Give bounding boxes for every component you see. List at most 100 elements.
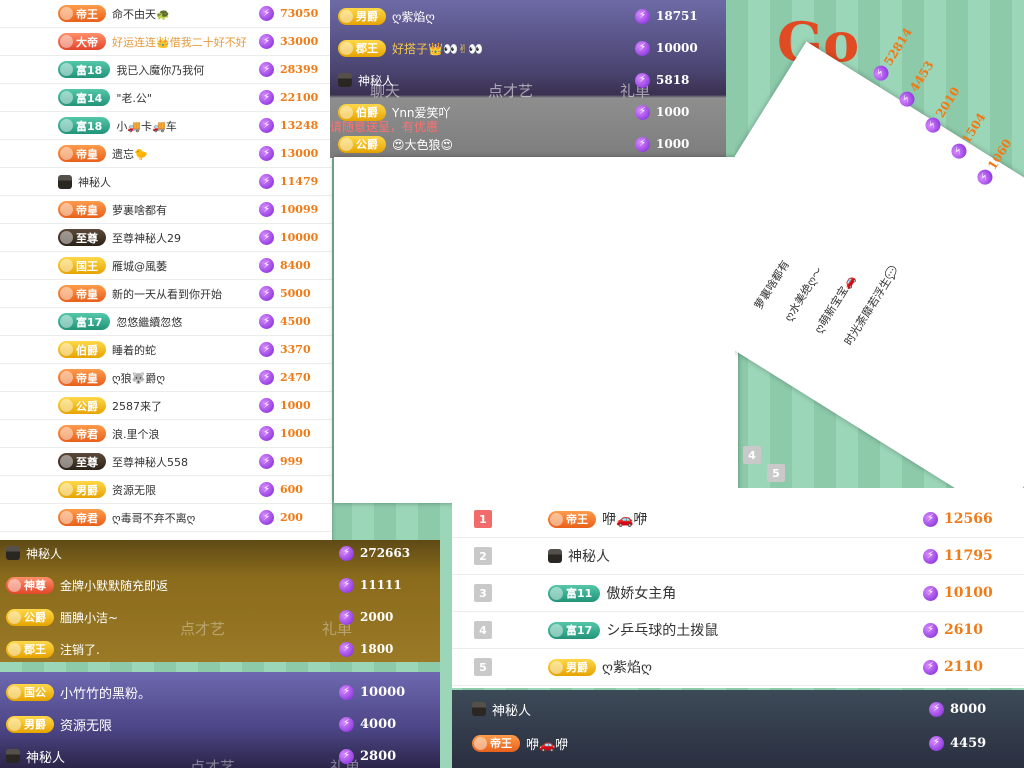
rank-number: 5 xyxy=(767,464,785,482)
rank-badge: 大帝 xyxy=(58,33,106,50)
rank-badge: 郡王 xyxy=(6,640,54,658)
list-item[interactable]: 郡王 注销了. ⚡ 1800 xyxy=(0,633,440,662)
list-item[interactable]: 至尊 至尊神秘人29 ⚡ 10000 xyxy=(0,224,332,252)
rank-badge: 帝皇 xyxy=(58,145,106,162)
user-name: 神秘人 xyxy=(568,549,610,565)
user-name: 浪.里个浪 xyxy=(112,427,160,441)
user-name: "老.公" xyxy=(116,91,152,105)
rank-badge: 至尊 xyxy=(58,229,106,246)
rank-badge: 公爵 xyxy=(6,608,54,626)
rank-badge: 帝君 xyxy=(58,425,106,442)
score-value: 10000 xyxy=(656,41,698,55)
list-item[interactable]: 帝君 ღ毒哥不弃不离ღ ⚡ 200 xyxy=(0,504,332,532)
score-value: 1060 xyxy=(984,136,1015,172)
list-item[interactable]: 富17 忽悠繼續忽悠 ⚡ 4500 xyxy=(0,308,332,336)
list-item[interactable]: 公爵 😍大色狼😍 ⚡ 1000 xyxy=(330,128,726,158)
rank-badge: 国公 xyxy=(6,683,54,701)
user-name: ღ毒哥不弃不离ღ xyxy=(112,511,196,525)
list-item[interactable]: 伯爵 Ynn爱笑吖 ⚡ 1000 xyxy=(330,96,726,128)
list-item[interactable]: 4 富17 シ乒乓球的土拨鼠 ⚡ 2610 xyxy=(452,612,1024,649)
list-item[interactable]: 至尊 至尊神秘人558 ⚡ 999 xyxy=(0,448,332,476)
score-value: 73050 xyxy=(280,7,319,20)
user-name: 神秘人 xyxy=(492,703,532,719)
score-value: 12566 xyxy=(944,511,993,527)
user-name: 2587来了 xyxy=(112,399,162,413)
list-item[interactable]: 大帝 好运连连👑借我二十好不好 ⚡ 33000 xyxy=(0,28,332,56)
user-name: 命不由天🐢 xyxy=(112,7,170,21)
score-value: 11479 xyxy=(280,175,319,188)
user-name: 小🚚卡🚚车 xyxy=(116,119,177,133)
list-item[interactable]: 5 男爵 ღ紫焰ღ ⚡ 2110 xyxy=(452,649,1024,686)
list-item[interactable]: 帝王 咿🚗咿 ⚡ 4459 xyxy=(452,726,1024,760)
list-item[interactable]: 公爵 腼腆小洁~ ⚡ 2000 xyxy=(0,601,440,633)
lightning-coin-icon: ⚡ xyxy=(929,735,944,751)
rank-number: 1 xyxy=(474,510,492,528)
user-name: 神秘人 xyxy=(358,73,395,88)
list-item[interactable]: 国公 小竹竹的黑粉。 ⚡ 10000 xyxy=(0,676,440,708)
list-item[interactable]: 帝皇 萝裏啥都有 ⚡ 10099 xyxy=(0,196,332,224)
score-value: 3370 xyxy=(280,343,311,356)
list-item[interactable]: 神秘人 ⚡ 11479 xyxy=(0,168,332,196)
lightning-coin-icon: ⚡ xyxy=(923,511,938,527)
list-item[interactable]: 伯爵 睡着的蛇 ⚡ 3370 xyxy=(0,336,332,364)
user-name: 腼腆小洁~ xyxy=(60,610,119,625)
list-item[interactable]: 富18 小🚚卡🚚车 ⚡ 13248 xyxy=(0,112,332,140)
list-item[interactable]: 神秘人 ⚡ 5818 xyxy=(330,64,726,96)
list-item[interactable]: 1 帝王 咿🚗咿 ⚡ 12566 xyxy=(452,501,1024,538)
score-value: 4000 xyxy=(360,716,397,732)
list-item[interactable]: 男爵 资源无限 ⚡ 600 xyxy=(0,476,332,504)
list-item[interactable]: 男爵 ღ紫焰ღ ⚡ 18751 xyxy=(330,0,726,32)
list-item[interactable]: 2 神秘人 ⚡ 11795 xyxy=(452,538,1024,575)
score-value: 4500 xyxy=(280,315,311,328)
list-item[interactable]: 男爵 资源无限 ⚡ 4000 xyxy=(0,708,440,740)
score-value: 11795 xyxy=(944,548,993,564)
lightning-coin-icon: ⚡ xyxy=(635,136,650,152)
mystery-hat-icon xyxy=(6,546,20,560)
list-item[interactable]: 国王 雁城@風萎 ⚡ 8400 xyxy=(0,252,332,280)
score-value: 1000 xyxy=(280,399,311,412)
list-item[interactable]: 神尊 金牌小默默随充即返 ⚡ 11111 xyxy=(0,569,440,601)
list-item[interactable]: 3 富11 傲娇女主角 ⚡ 10100 xyxy=(452,575,1024,612)
list-item[interactable]: 帝君 浪.里个浪 ⚡ 1000 xyxy=(0,420,332,448)
score-value: 10099 xyxy=(280,203,319,216)
score-value: 13000 xyxy=(280,147,319,160)
list-item[interactable]: 帝王 命不由天🐢 ⚡ 73050 xyxy=(0,0,332,28)
lightning-coin-icon: ⚡ xyxy=(259,146,274,161)
score-value: 33000 xyxy=(280,35,319,48)
rank-badge: 公爵 xyxy=(338,135,386,153)
rank-badge: 帝君 xyxy=(58,509,106,526)
lightning-coin-icon: ⚡ xyxy=(259,202,274,217)
lightning-coin-icon: ⚡ xyxy=(259,174,274,189)
score-value: 28399 xyxy=(280,63,319,76)
leaderboard-panel-a: 帝王 命不由天🐢 ⚡ 73050 大帝 好运连连👑借我二十好不好 ⚡ 33000 富18 我已入魔… xyxy=(0,0,332,544)
rotated-score: ⚡ 1504 xyxy=(948,110,989,162)
user-name: 神秘人 xyxy=(78,175,111,189)
score-value: 5818 xyxy=(656,73,690,87)
lightning-coin-icon: ⚡ xyxy=(259,454,274,469)
list-item[interactable]: 郡王 好搭子👑👀✌👀 ⚡ 10000 xyxy=(330,32,726,64)
rank-badge: 帝皇 xyxy=(58,285,106,302)
list-item[interactable]: 富18 我已入魔你乃我何 ⚡ 28399 xyxy=(0,56,332,84)
list-item[interactable]: 帝皇 新的一天从看到你开始 ⚡ 5000 xyxy=(0,280,332,308)
list-item[interactable]: 公爵 2587来了 ⚡ 1000 xyxy=(0,392,332,420)
list-item[interactable]: 帝皇 ღ狼🐺爵ღ ⚡ 2470 xyxy=(0,364,332,392)
list-item[interactable]: 神秘人 ⚡ 272663 xyxy=(0,540,440,569)
lightning-coin-icon: ⚡ xyxy=(259,34,274,49)
score-value: 1000 xyxy=(656,105,690,119)
rank-badge: 富18 xyxy=(58,61,111,78)
rank-badge: 富17 xyxy=(548,621,601,639)
rank-badge: 男爵 xyxy=(6,715,54,733)
list-item[interactable]: 神秘人 ⚡ 2800 xyxy=(0,740,440,768)
list-item[interactable]: 富14 "老.公" ⚡ 22100 xyxy=(0,84,332,112)
list-item[interactable]: 帝皇 遗忘🐤 ⚡ 13000 xyxy=(0,140,332,168)
user-name: 注销了. xyxy=(60,642,100,657)
lightning-coin-icon: ⚡ xyxy=(923,622,938,638)
user-name: 神秘人 xyxy=(26,750,66,766)
lightning-coin-icon: ⚡ xyxy=(923,548,938,564)
rank-badge: 伯爵 xyxy=(58,341,106,358)
leaderboard-panel-e: 1 帝王 咿🚗咿 ⚡ 12566 2 神秘人 ⚡ 11795 3 富11 傲娇女主角 ⚡ 10100 4 富1… xyxy=(452,488,1024,688)
user-name: 至尊神秘人558 xyxy=(112,455,188,469)
lightning-coin-icon: ⚡ xyxy=(259,90,274,105)
list-item[interactable]: 神秘人 ⚡ 8000 xyxy=(452,692,1024,726)
rank-badge: 富18 xyxy=(58,117,111,134)
